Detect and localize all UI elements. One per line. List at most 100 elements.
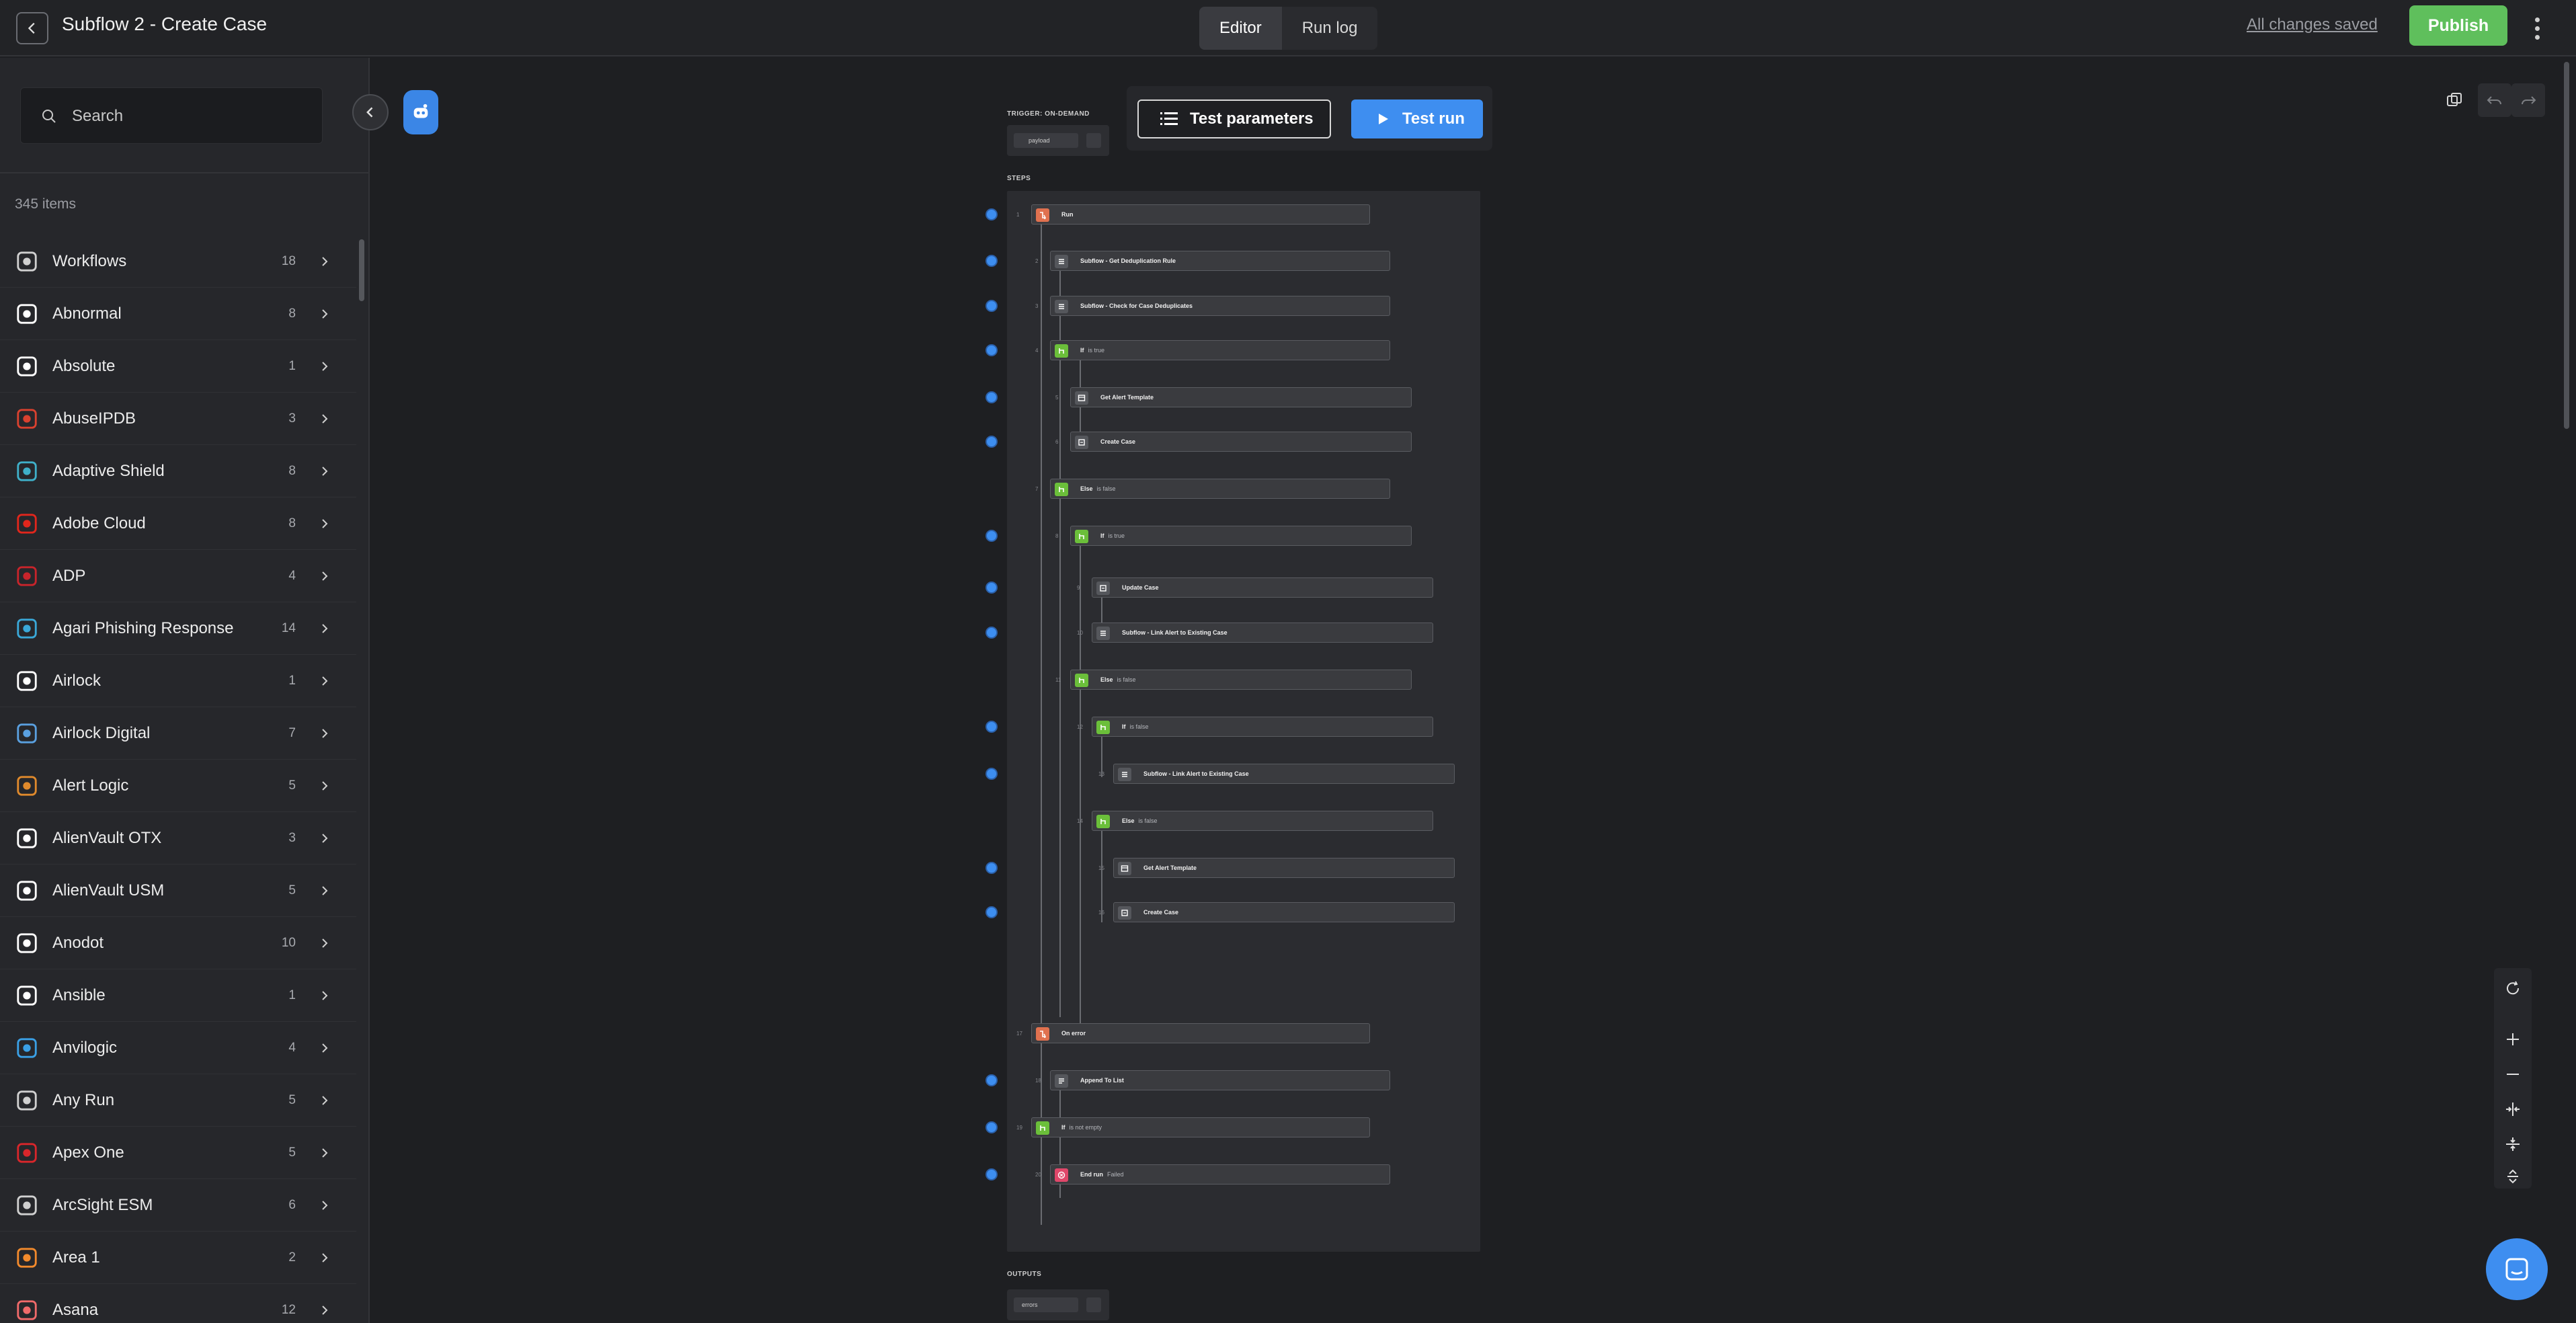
step-label: Create Case	[1100, 438, 1136, 445]
step-number: 18	[1035, 1078, 1041, 1084]
zoom-in-button[interactable]	[2494, 1022, 2532, 1057]
step-card[interactable]: Run	[1031, 204, 1370, 225]
step-card[interactable]: Else is false	[1050, 479, 1390, 499]
step-card[interactable]: Create Case	[1070, 432, 1412, 452]
step-add-dot[interactable]	[985, 862, 998, 874]
chat-support-button[interactable]	[2486, 1238, 2548, 1300]
saved-status-link[interactable]: All changes saved	[2247, 15, 2378, 35]
step-add-dot[interactable]	[985, 906, 998, 918]
integration-item[interactable]: Airlock Digital 7	[0, 707, 356, 760]
test-run-button[interactable]: Test run	[1351, 99, 1483, 138]
step-number: 7	[1035, 486, 1039, 492]
step-card[interactable]: Subflow - Link Alert to Existing Case	[1092, 623, 1433, 643]
step-card[interactable]: If is true	[1050, 340, 1390, 360]
step-add-dot[interactable]	[985, 255, 998, 267]
step-add-dot[interactable]	[985, 1121, 998, 1133]
step-add-dot[interactable]	[985, 627, 998, 639]
outputs-chip[interactable]: errors	[1014, 1297, 1078, 1312]
step-card[interactable]: Subflow - Link Alert to Existing Case	[1113, 764, 1455, 784]
step-card[interactable]: Else is false	[1092, 811, 1433, 831]
step-card[interactable]: End run Failed	[1050, 1164, 1390, 1185]
step-add-dot[interactable]	[985, 300, 998, 312]
step-card[interactable]: Subflow - Get Deduplication Rule	[1050, 251, 1390, 271]
step-add-dot[interactable]	[985, 344, 998, 356]
integration-item[interactable]: AlienVault OTX 3	[0, 812, 356, 865]
step-card[interactable]: Subflow - Check for Case Deduplicates	[1050, 296, 1390, 316]
step-card[interactable]: If is false	[1092, 717, 1433, 737]
integration-item[interactable]: Ansible 1	[0, 969, 356, 1022]
integration-item[interactable]: Adaptive Shield 8	[0, 445, 356, 497]
step-add-dot[interactable]	[985, 208, 998, 220]
outputs-more-icon[interactable]	[1086, 1297, 1101, 1312]
integration-item[interactable]: ArcSight ESM 6	[0, 1179, 356, 1232]
step-add-dot[interactable]	[985, 721, 998, 733]
canvas-scrollbar[interactable]	[2564, 62, 2569, 429]
integration-item[interactable]: AbuseIPDB 3	[0, 393, 356, 445]
step-card[interactable]: Get Alert Template	[1070, 387, 1412, 407]
integration-item[interactable]: ADP 4	[0, 550, 356, 602]
integration-name: Anodot	[52, 933, 104, 952]
list-icon	[1160, 112, 1178, 125]
step-card[interactable]: Create Case	[1113, 902, 1455, 922]
fit-height-button[interactable]	[2494, 1127, 2532, 1162]
integration-item[interactable]: Adobe Cloud 8	[0, 497, 356, 550]
undo-button[interactable]	[2478, 83, 2511, 117]
ai-assistant-button[interactable]	[403, 90, 438, 134]
case-icon	[1096, 582, 1110, 595]
integration-item[interactable]: Any Run 5	[0, 1074, 356, 1127]
tab-run-log[interactable]: Run log	[1282, 7, 1378, 50]
integration-item[interactable]: Asana 12	[0, 1284, 356, 1323]
step-card[interactable]: Else is false	[1070, 670, 1412, 690]
trigger-more-icon[interactable]	[1086, 133, 1101, 148]
tab-editor[interactable]: Editor	[1199, 7, 1282, 50]
integration-item[interactable]: Apex One 5	[0, 1127, 356, 1179]
test-parameters-button[interactable]: Test parameters	[1137, 99, 1331, 138]
copy-icon	[2447, 93, 2462, 106]
fit-width-button[interactable]	[2494, 1092, 2532, 1127]
integration-item[interactable]: AlienVault USM 5	[0, 865, 356, 917]
integration-item[interactable]: Airlock 1	[0, 655, 356, 707]
trigger-card[interactable]: payload	[1007, 125, 1109, 156]
integration-item[interactable]: Absolute 1	[0, 340, 356, 393]
copy-button[interactable]	[2438, 83, 2471, 117]
step-label: Append To List	[1080, 1077, 1124, 1084]
integration-item[interactable]: Alert Logic 5	[0, 760, 356, 812]
expand-collapse-button[interactable]	[2494, 1159, 2532, 1194]
step-add-dot[interactable]	[985, 530, 998, 542]
reset-view-button[interactable]	[2494, 971, 2532, 1006]
step-card[interactable]: Append To List	[1050, 1070, 1390, 1090]
step-add-dot[interactable]	[985, 1168, 998, 1180]
step-card[interactable]: Get Alert Template	[1113, 858, 1455, 878]
integration-item[interactable]: Abnormal 8	[0, 288, 356, 340]
chevron-left-icon	[366, 107, 373, 118]
zoom-out-button[interactable]	[2494, 1057, 2532, 1092]
integration-count: 6	[288, 1197, 296, 1212]
publish-button[interactable]: Publish	[2409, 5, 2507, 46]
step-add-dot[interactable]	[985, 391, 998, 403]
step-card[interactable]: On error	[1031, 1023, 1370, 1043]
redo-button[interactable]	[2511, 83, 2545, 117]
integration-name: ADP	[52, 566, 86, 585]
step-card[interactable]: If is true	[1070, 526, 1412, 546]
integration-item[interactable]: Anodot 10	[0, 917, 356, 969]
integration-item[interactable]: Workflows 18	[0, 235, 356, 288]
step-card[interactable]: If is not empty	[1031, 1117, 1370, 1137]
back-button[interactable]	[16, 12, 48, 44]
integration-item[interactable]: Area 1 2	[0, 1232, 356, 1284]
step-add-dot[interactable]	[985, 582, 998, 594]
payload-chip[interactable]: payload	[1014, 133, 1078, 148]
chevron-right-icon	[322, 623, 328, 633]
step-add-dot[interactable]	[985, 436, 998, 448]
step-card[interactable]: Update Case	[1092, 577, 1433, 598]
step-number: 4	[1035, 348, 1039, 354]
integration-item[interactable]: Anvilogic 4	[0, 1022, 356, 1074]
outputs-card[interactable]: errors	[1007, 1289, 1109, 1320]
search-input[interactable]	[72, 103, 307, 130]
step-add-dot[interactable]	[985, 1074, 998, 1086]
integration-count: 4	[288, 1040, 296, 1055]
step-add-dot[interactable]	[985, 768, 998, 780]
integration-item[interactable]: Agari Phishing Response 14	[0, 602, 356, 655]
sidebar-scrollbar[interactable]	[359, 239, 364, 301]
more-options-icon[interactable]	[2528, 11, 2546, 46]
collapse-sidebar-button[interactable]	[352, 94, 389, 130]
